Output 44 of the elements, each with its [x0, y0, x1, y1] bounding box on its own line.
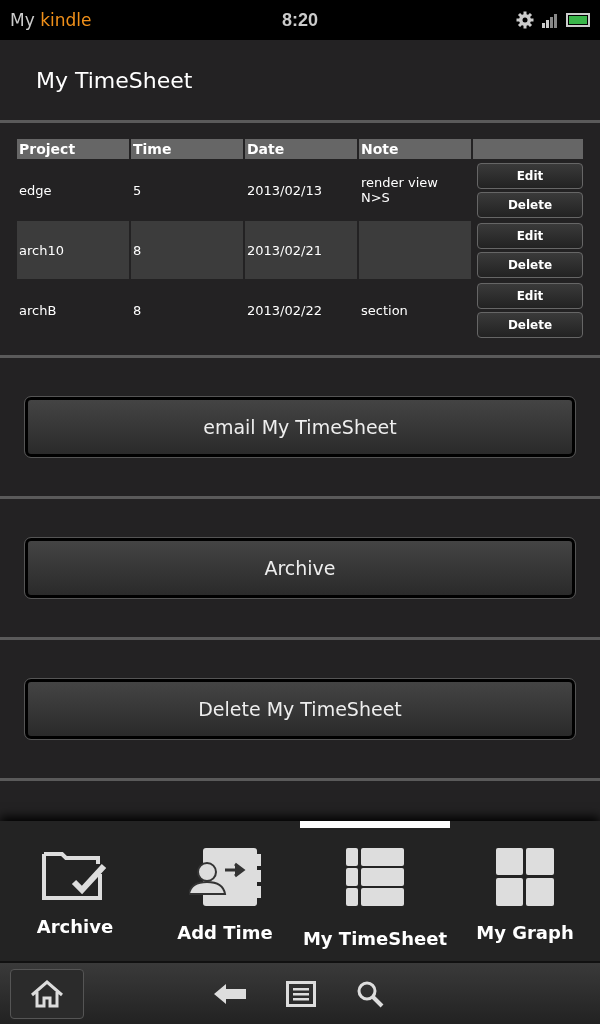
delete-button[interactable]: Delete: [477, 251, 583, 278]
battery-icon: [566, 13, 590, 27]
menu-icon[interactable]: [286, 980, 316, 1007]
settings-icon[interactable]: [516, 11, 534, 29]
column-header: Date: [245, 139, 357, 159]
table-cell-text: section: [360, 301, 409, 320]
tab[interactable]: Add Time: [150, 821, 300, 961]
action-button[interactable]: Archive: [25, 538, 575, 598]
home-button[interactable]: [10, 968, 84, 1019]
column-header: Project: [17, 139, 129, 159]
action-button[interactable]: email My TimeSheet: [25, 397, 575, 457]
table-cell: arch10: [17, 221, 129, 279]
edit-button[interactable]: Edit: [477, 222, 583, 249]
table-row[interactable]: arch10 8 2013/02/21 Edit Delete: [17, 221, 583, 279]
table-row[interactable]: edge 5 2013/02/13 render view N>S Edit Delete: [17, 161, 583, 219]
tab[interactable]: Archive: [0, 821, 150, 961]
back-icon[interactable]: [214, 982, 246, 1005]
delete-button[interactable]: Delete: [477, 191, 583, 218]
table-cell-text: archB: [18, 301, 58, 320]
page-title: My TimeSheet: [36, 67, 193, 93]
brand-logo: My kindle: [10, 10, 92, 30]
edit-button[interactable]: Edit: [477, 162, 583, 189]
table-cell-text: render view N>S: [360, 174, 439, 207]
signal-icon: [542, 12, 558, 28]
column-header: Time: [131, 139, 243, 159]
contact-book-icon: [189, 848, 261, 906]
table-cell-text: edge: [18, 181, 53, 200]
edit-button[interactable]: Edit: [477, 282, 583, 309]
table-cell: 2013/02/21: [245, 221, 357, 279]
tab[interactable]: My Graph: [450, 821, 600, 961]
action-button[interactable]: Delete My TimeSheet: [25, 679, 575, 739]
table-cell-text: 8: [132, 301, 143, 320]
delete-button[interactable]: Delete: [477, 311, 583, 338]
column-header: Note: [359, 139, 471, 159]
search-icon[interactable]: [356, 979, 384, 1008]
table-cell-text: 5: [132, 181, 143, 200]
home-icon: [30, 979, 64, 1008]
table-cell-text: 2013/02/13: [246, 181, 323, 200]
grid-icon: [496, 848, 554, 906]
table-cell-text: 2013/02/22: [246, 301, 323, 320]
table-cell: 8: [131, 221, 243, 279]
clock: 8:20: [282, 9, 318, 31]
table-row[interactable]: archB 8 2013/02/22 section Edit Delete: [17, 281, 583, 339]
list-icon: [346, 848, 404, 906]
